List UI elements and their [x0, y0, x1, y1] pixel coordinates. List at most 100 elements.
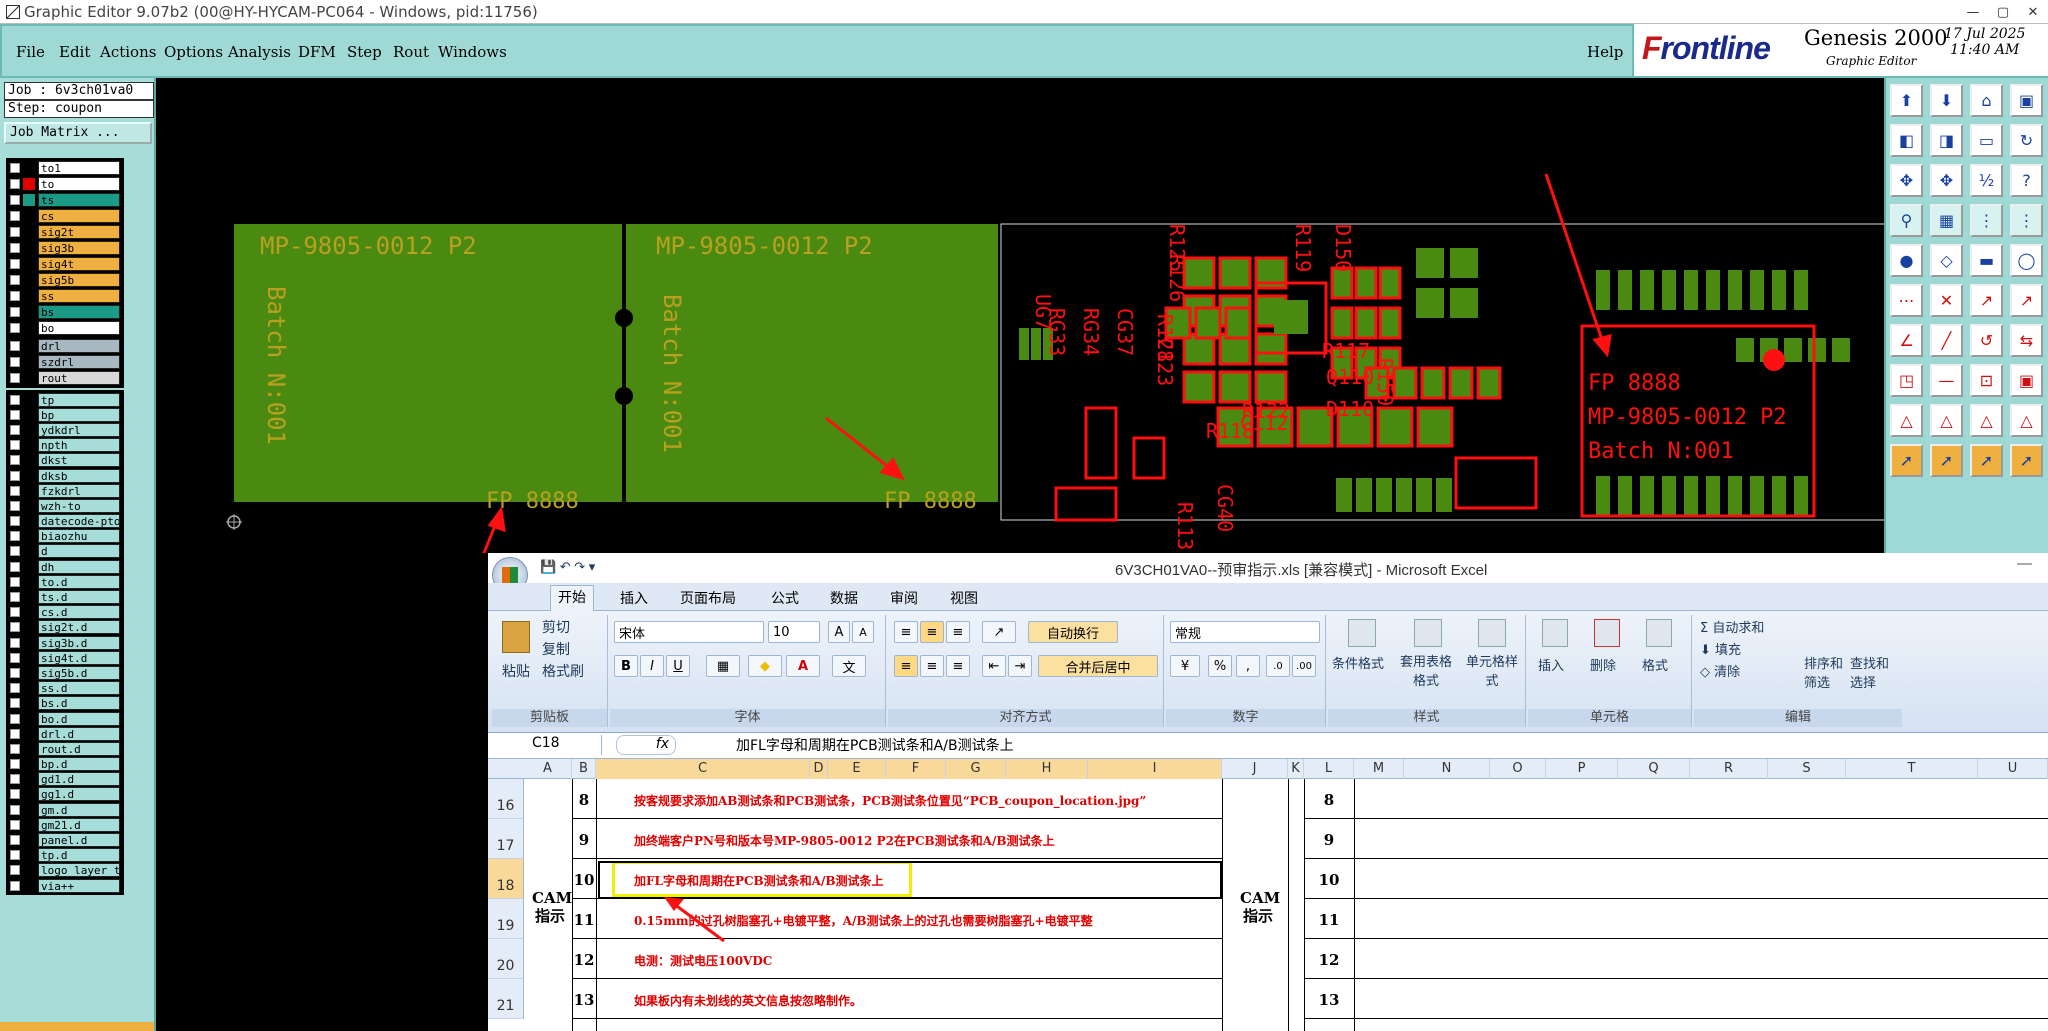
menu-actions[interactable]: Actions	[100, 43, 156, 61]
layer-checkbox[interactable]	[10, 485, 20, 496]
layer-row[interactable]: bp	[6, 407, 124, 422]
column-header[interactable]: T	[1846, 759, 1978, 779]
layer-name[interactable]: sig4t	[38, 257, 120, 271]
layer-name[interactable]: npth	[38, 438, 120, 453]
wrap-text-button[interactable]: 自动换行	[1028, 621, 1118, 643]
increase-decimal-button[interactable]: .0	[1266, 655, 1290, 677]
help-icon[interactable]: ?	[2010, 164, 2043, 197]
column-header[interactable]: O	[1490, 759, 1546, 779]
column-header[interactable]: E	[828, 759, 886, 779]
pan-icon[interactable]: ✥	[1930, 164, 1963, 197]
redraw-icon[interactable]: ↻	[2010, 124, 2043, 157]
column-header[interactable]: N	[1404, 759, 1490, 779]
layer-checkbox[interactable]	[10, 637, 20, 648]
find-select-button[interactable]: 查找和选择	[1850, 655, 1894, 693]
layer-checkbox[interactable]	[10, 179, 20, 189]
layer-checkbox[interactable]	[10, 531, 20, 542]
fill-button[interactable]: ⬇ 填充	[1700, 639, 1741, 658]
layer-checkbox[interactable]	[10, 307, 20, 317]
row-header[interactable]: 20	[488, 939, 524, 979]
row-header[interactable]: 21	[488, 979, 524, 1019]
layer-checkbox[interactable]	[10, 728, 20, 739]
triangle4-icon[interactable]: △	[2010, 404, 2043, 437]
column-header[interactable]: H	[1006, 759, 1088, 779]
snap-icon[interactable]: ⋮	[1970, 204, 2003, 237]
connect-icon[interactable]: ⋯	[1890, 284, 1923, 317]
layer-row[interactable]: gm.d	[6, 802, 124, 817]
layer-name[interactable]: gm21.d	[38, 817, 120, 832]
layer-checkbox[interactable]	[10, 163, 20, 173]
grow-font-button[interactable]: A	[828, 621, 850, 643]
layer-name[interactable]: ss	[38, 289, 120, 303]
column-header[interactable]: U	[1978, 759, 2048, 779]
layer-checkbox[interactable]	[10, 804, 20, 815]
layer-row[interactable]: ss.d	[6, 681, 124, 696]
column-header[interactable]: R	[1690, 759, 1768, 779]
merge-center-button[interactable]: 合并后居中	[1038, 655, 1158, 677]
layer-checkbox[interactable]	[10, 409, 20, 420]
autosum-button[interactable]: Σ 自动求和	[1700, 617, 1764, 636]
maximize-button[interactable]: ▢	[1988, 0, 2018, 24]
layer-row[interactable]: npth	[6, 438, 124, 453]
layer-checkbox[interactable]	[10, 195, 20, 205]
layer-row[interactable]: cs	[6, 208, 124, 224]
layer-checkbox[interactable]	[10, 341, 20, 351]
layer-name[interactable]: gm.d	[38, 802, 120, 817]
menu-edit[interactable]: Edit	[59, 43, 90, 61]
layer-name[interactable]: sig5b	[38, 273, 120, 287]
layer-checkbox[interactable]	[10, 622, 20, 633]
menu-analysis[interactable]: Analysis	[228, 43, 291, 61]
layer-checkbox[interactable]	[10, 865, 20, 876]
layer-row[interactable]: logo_layer_t	[6, 863, 124, 878]
column-header[interactable]: J	[1222, 759, 1288, 779]
layer-name[interactable]: dksb	[38, 468, 120, 483]
layer-name[interactable]: drl.d	[38, 726, 120, 741]
layer-row[interactable]: ss	[6, 288, 124, 304]
excel-minimize[interactable]: —	[2017, 555, 2032, 572]
tab-insert[interactable]: 插入	[620, 588, 648, 608]
layer-checkbox[interactable]	[10, 516, 20, 527]
layer-name[interactable]: ydkdrl	[38, 422, 120, 437]
column-header[interactable]: M	[1354, 759, 1404, 779]
layer-checkbox[interactable]	[10, 546, 20, 557]
layer-row[interactable]: sig2t.d	[6, 620, 124, 635]
layer-row[interactable]: panel.d	[6, 832, 124, 848]
layer-name[interactable]: ts.d	[38, 590, 120, 605]
layer-checkbox[interactable]	[10, 743, 20, 754]
layer-row[interactable]: sig5b.d	[6, 665, 124, 680]
layer-name[interactable]: cs	[38, 209, 120, 223]
layer-checkbox[interactable]	[10, 607, 20, 618]
layer-checkbox[interactable]	[10, 323, 20, 333]
layer-checkbox[interactable]	[10, 683, 20, 694]
layer-checkbox[interactable]	[10, 470, 20, 481]
layer-checkbox[interactable]	[10, 713, 20, 724]
row-header[interactable]: 18	[488, 859, 524, 899]
layer-checkbox[interactable]	[10, 291, 20, 301]
layer-row[interactable]: dkst	[6, 453, 124, 468]
zoom-in-icon[interactable]: ◧	[1890, 124, 1923, 157]
zoom-window-icon[interactable]: ▭	[1970, 124, 2003, 157]
layer-checkbox[interactable]	[10, 440, 20, 451]
move-icon[interactable]: ↗	[1970, 284, 2003, 317]
layer-row[interactable]: d	[6, 544, 124, 559]
fit-icon[interactable]: ✥	[1890, 164, 1923, 197]
layer-row[interactable]: ydkdrl	[6, 422, 124, 437]
layer-checkbox[interactable]	[10, 774, 20, 785]
layer-name[interactable]: sig4t.d	[38, 650, 120, 665]
layer-row[interactable]: datecode-pto	[6, 514, 124, 529]
layer-checkbox[interactable]	[10, 243, 20, 253]
layer-checkbox[interactable]	[10, 561, 20, 572]
layer-name[interactable]: drl	[38, 339, 120, 353]
layer-checkbox[interactable]	[10, 424, 20, 435]
layer-checkbox[interactable]	[10, 880, 20, 891]
column-header[interactable]: B	[572, 759, 596, 779]
column-header[interactable]: K	[1288, 759, 1304, 779]
layer-checkbox[interactable]	[10, 835, 20, 846]
menu-dfm[interactable]: DFM	[298, 43, 336, 61]
instruction-text[interactable]: 如果板内有未划线的英文信息按忽略制作。	[634, 992, 862, 1009]
layer-name[interactable]: dkst	[38, 453, 120, 468]
rotate-icon[interactable]: ↺	[1970, 324, 2003, 357]
layer-row[interactable]: sig4t.d	[6, 650, 124, 665]
layer-checkbox[interactable]	[10, 592, 20, 603]
format-painter-button[interactable]: 格式刷	[542, 661, 584, 681]
